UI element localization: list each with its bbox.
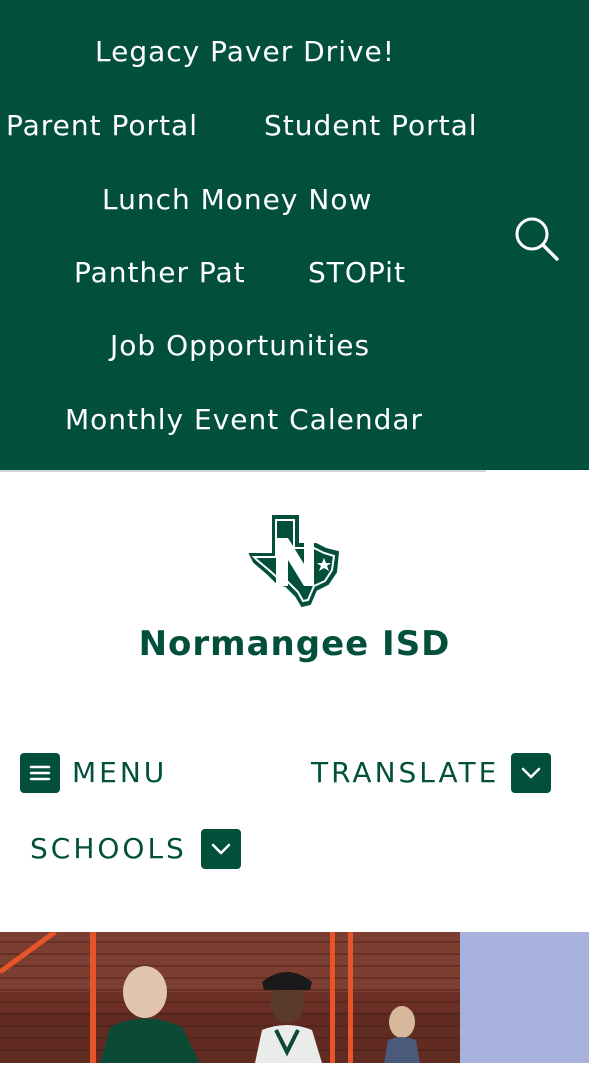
menu-label: MENU: [72, 756, 168, 789]
search-button[interactable]: [510, 212, 562, 264]
hamburger-icon: [29, 765, 51, 781]
page-edge: [589, 0, 600, 1065]
menu-button[interactable]: MENU: [20, 753, 167, 793]
lunch-money-now-link[interactable]: Lunch Money Now: [102, 180, 372, 220]
basketball-scene-image: [0, 932, 460, 1063]
chevron-down-icon: [211, 843, 231, 855]
district-logo[interactable]: [246, 514, 342, 608]
schools-chevron-box: [200, 829, 241, 869]
schools-dropdown[interactable]: SCHOOLS: [30, 829, 241, 869]
schools-label: SCHOOLS: [30, 832, 187, 865]
utility-nav-band: Legacy Paver Drive! Parent Portal Studen…: [0, 0, 589, 470]
student-portal-link[interactable]: Student Portal: [264, 106, 478, 146]
hero-photo: [0, 932, 460, 1063]
chevron-down-icon: [522, 767, 541, 779]
monthly-event-calendar-link[interactable]: Monthly Event Calendar: [65, 400, 423, 440]
stopit-link[interactable]: STOPit: [308, 253, 406, 293]
translate-chevron-box: [511, 753, 552, 793]
hero-banner[interactable]: [0, 932, 589, 1063]
job-opportunities-link[interactable]: Job Opportunities: [110, 326, 370, 366]
site-title[interactable]: Normangee ISD: [0, 622, 589, 666]
panther-pat-link[interactable]: Panther Pat: [74, 253, 246, 293]
parent-portal-link[interactable]: Parent Portal: [6, 106, 198, 146]
header-divider: [0, 470, 486, 472]
menu-icon-box: [20, 753, 60, 793]
hero-side-panel: [460, 932, 589, 1063]
translate-dropdown[interactable]: TRANSLATE: [311, 753, 552, 793]
texas-n-logo-icon: [248, 515, 340, 608]
translate-label: TRANSLATE: [311, 756, 500, 789]
magnifier-icon: [515, 217, 559, 261]
legacy-paver-drive-link[interactable]: Legacy Paver Drive!: [95, 32, 395, 72]
